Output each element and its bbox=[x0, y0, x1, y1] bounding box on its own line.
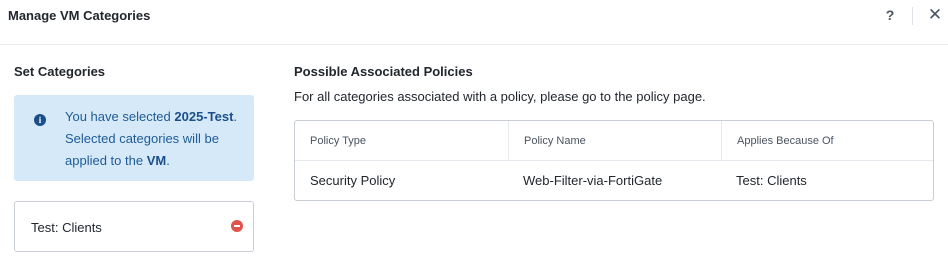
associated-policies-title: Possible Associated Policies bbox=[294, 64, 473, 79]
table-row: Security Policy Web-Filter-via-FortiGate… bbox=[295, 161, 933, 200]
info-message: You have selected 2025-Test. Selected ca… bbox=[65, 106, 245, 172]
info-text-prefix: You have selected bbox=[65, 109, 175, 124]
info-banner: i You have selected 2025-Test. Selected … bbox=[14, 95, 254, 181]
dialog-title: Manage VM Categories bbox=[8, 8, 151, 23]
dialog-header: Manage VM Categories ? ✕ bbox=[0, 0, 948, 45]
cell-policy-type: Security Policy bbox=[310, 173, 396, 188]
column-header-policy-type: Policy Type bbox=[310, 135, 367, 147]
policies-table: Policy Type Policy Name Applies Because … bbox=[294, 120, 934, 201]
category-item: Test: Clients bbox=[14, 201, 254, 252]
header-divider bbox=[912, 7, 913, 25]
column-header-applies-because-of: Applies Because Of bbox=[721, 121, 933, 161]
info-text-suffix: . bbox=[166, 153, 170, 168]
table-header: Policy Type Policy Name Applies Because … bbox=[295, 121, 933, 161]
associated-policies-description: For all categories associated with a pol… bbox=[294, 89, 706, 104]
help-button[interactable]: ? bbox=[882, 7, 898, 25]
target-entity: VM bbox=[146, 153, 167, 168]
remove-category-icon[interactable] bbox=[231, 220, 243, 232]
selected-category-name: 2025-Test bbox=[174, 109, 234, 124]
close-button[interactable]: ✕ bbox=[926, 5, 944, 25]
cell-applies-because-of: Test: Clients bbox=[736, 173, 807, 188]
set-categories-title: Set Categories bbox=[14, 64, 106, 79]
column-header-policy-name: Policy Name bbox=[508, 121, 721, 161]
cell-policy-name: Web-Filter-via-FortiGate bbox=[523, 173, 663, 188]
category-label: Test: Clients bbox=[31, 220, 102, 235]
info-icon: i bbox=[34, 114, 46, 126]
